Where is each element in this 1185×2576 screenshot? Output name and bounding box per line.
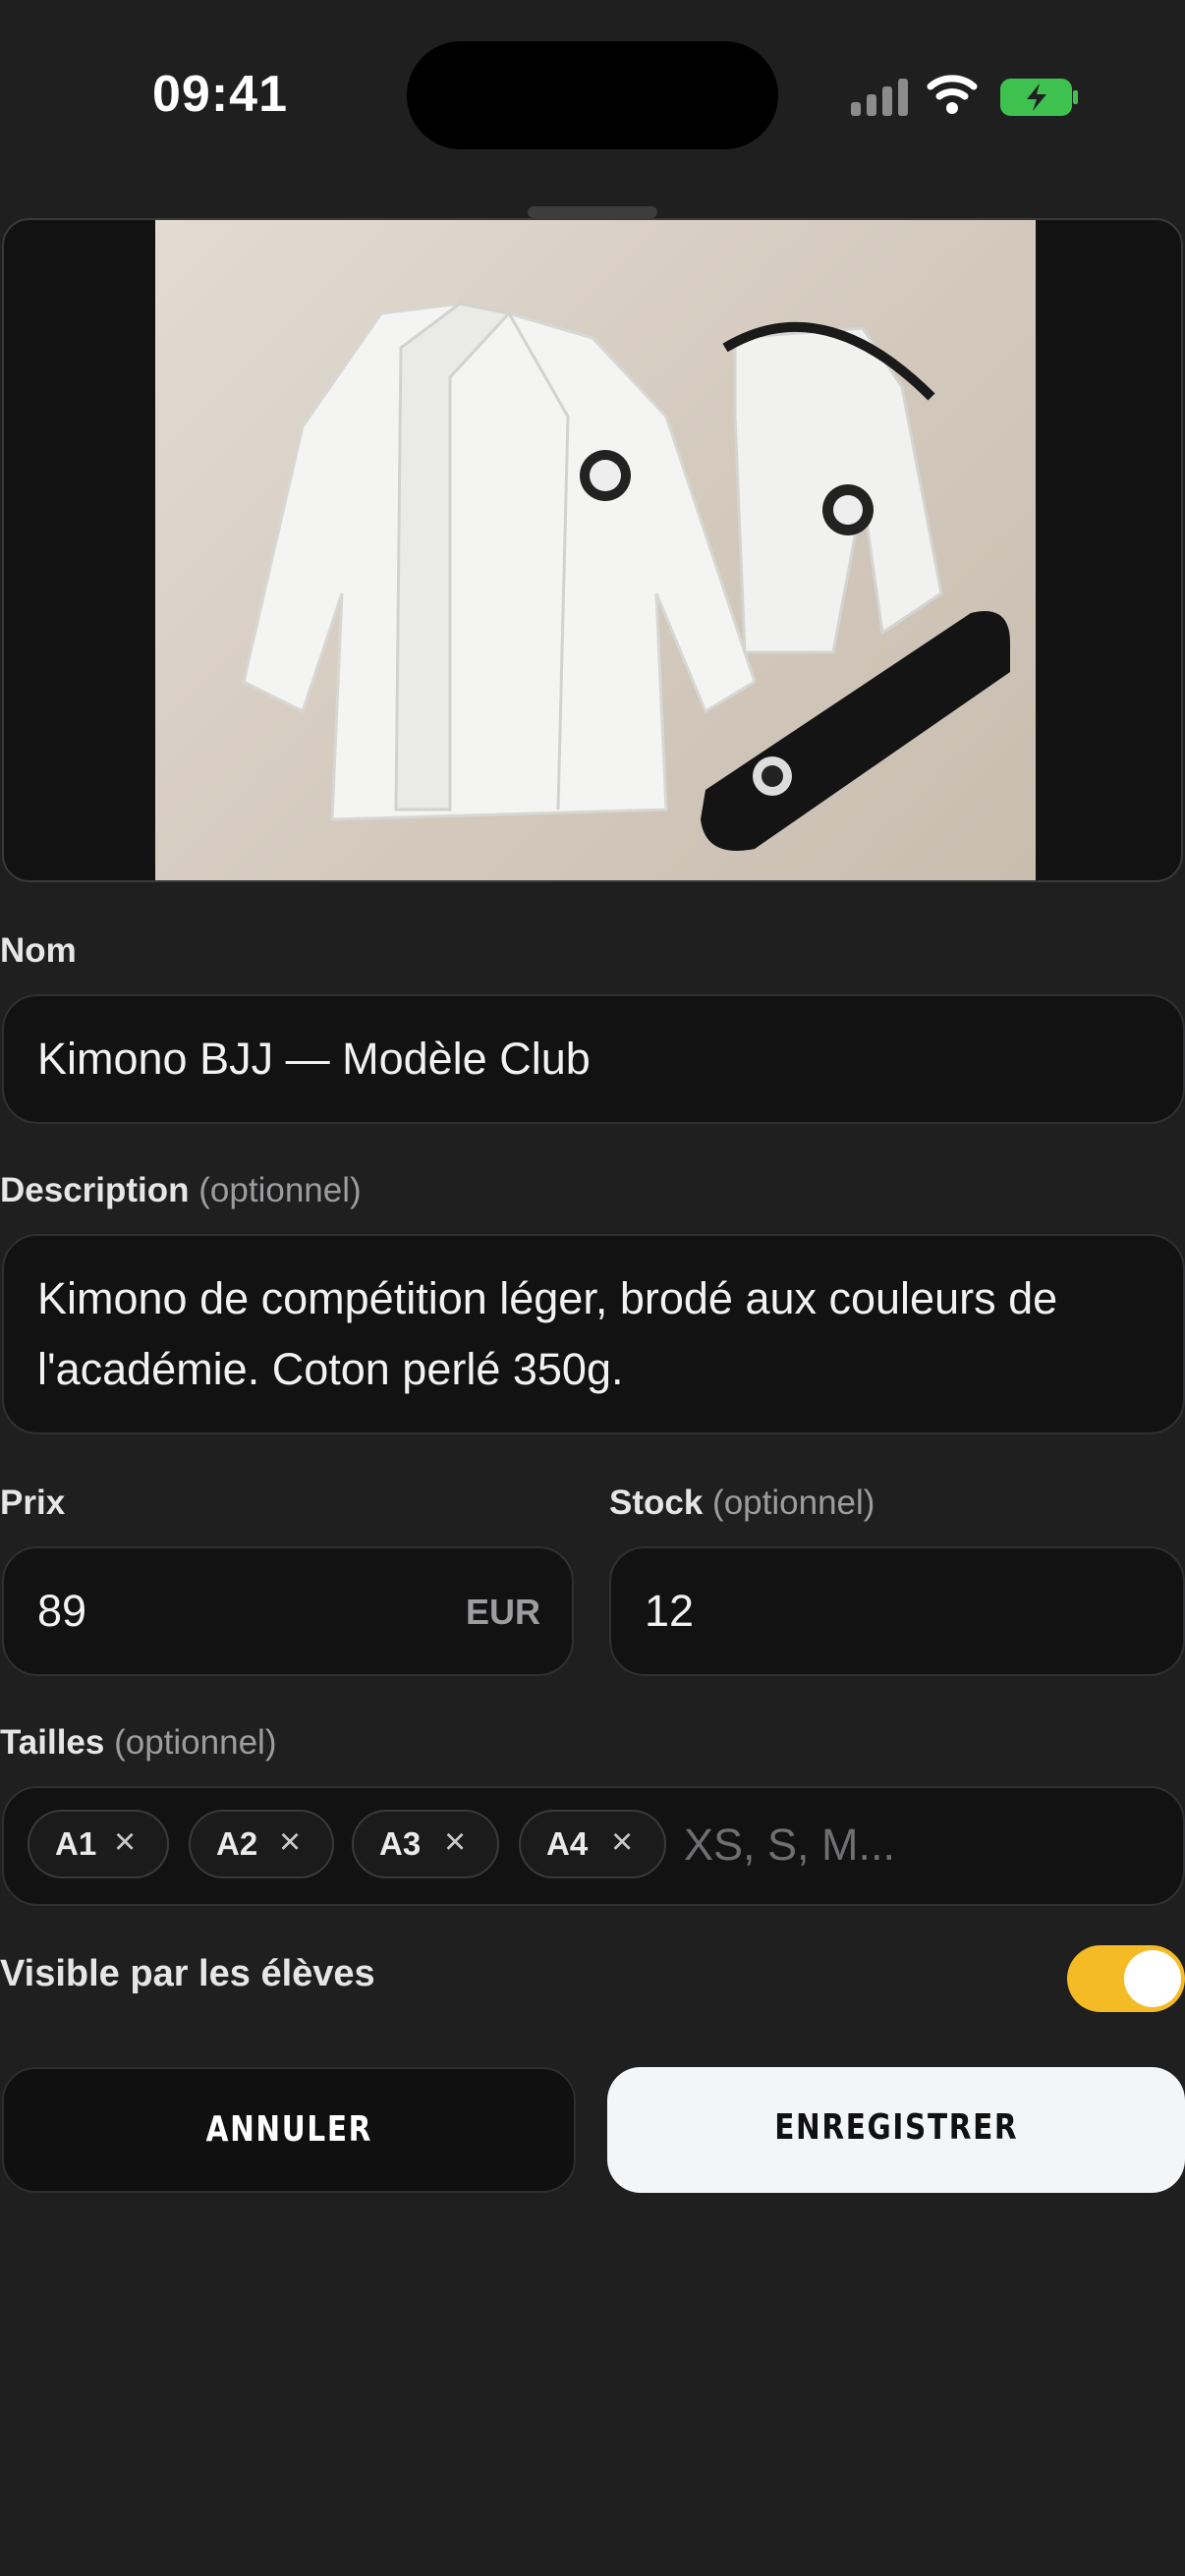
size-chip-label: A3 bbox=[379, 1825, 422, 1862]
size-chip[interactable]: A2 × bbox=[189, 1810, 334, 1878]
stock-label: Stock (optionnel) bbox=[609, 1484, 875, 1523]
size-chip-label: A1 bbox=[55, 1825, 97, 1862]
name-field-value: Kimono BJJ — Modèle Club bbox=[37, 1034, 591, 1084]
sheet-handle[interactable] bbox=[528, 206, 657, 218]
name-label-text: Nom bbox=[0, 931, 77, 970]
product-image bbox=[155, 220, 1036, 880]
sizes-optional-hint: (optionnel) bbox=[114, 1723, 277, 1762]
description-label-text: Description bbox=[0, 1171, 190, 1209]
name-label: Nom bbox=[0, 931, 77, 971]
size-chip-label: A2 bbox=[216, 1825, 258, 1862]
toggle-knob bbox=[1124, 1950, 1181, 2007]
sizes-label: Tailles (optionnel) bbox=[0, 1723, 276, 1763]
cellular-signal-icon bbox=[851, 77, 908, 116]
description-label: Description (optionnel) bbox=[0, 1171, 362, 1210]
size-chip[interactable]: A3 × bbox=[352, 1810, 499, 1878]
description-optional-hint: (optionnel) bbox=[198, 1171, 362, 1209]
chip-remove-icon[interactable]: × bbox=[279, 1821, 301, 1864]
chip-remove-icon[interactable]: × bbox=[114, 1821, 136, 1864]
battery-charging-icon bbox=[1000, 79, 1078, 116]
price-field[interactable]: 89 EUR bbox=[2, 1546, 574, 1676]
visible-label: Visible par les élèves bbox=[0, 1953, 375, 1995]
price-label-text: Prix bbox=[0, 1484, 66, 1522]
stock-field-value: 12 bbox=[645, 1586, 695, 1636]
visible-toggle[interactable] bbox=[1067, 1945, 1185, 2012]
price-currency: EUR bbox=[465, 1592, 540, 1632]
stock-label-text: Stock bbox=[609, 1484, 704, 1522]
cancel-button-label: ANNULER bbox=[205, 2109, 372, 2150]
description-field-line2: l'académie. Coton perlé 350g. bbox=[37, 1344, 624, 1394]
cancel-button[interactable]: ANNULER bbox=[2, 2067, 576, 2193]
sizes-label-text: Tailles bbox=[0, 1723, 105, 1762]
status-time: 09:41 bbox=[152, 66, 288, 123]
name-field[interactable]: Kimono BJJ — Modèle Club bbox=[2, 994, 1185, 1124]
status-bar: 09:41 bbox=[0, 0, 1185, 196]
wifi-icon bbox=[927, 75, 978, 114]
chip-remove-icon[interactable]: × bbox=[611, 1821, 633, 1864]
product-image-frame[interactable] bbox=[2, 218, 1183, 882]
visible-label-text: Visible par les élèves bbox=[0, 1953, 375, 1994]
size-chip[interactable]: A4 × bbox=[519, 1810, 666, 1878]
size-chip[interactable]: A1 × bbox=[28, 1810, 169, 1878]
dynamic-island bbox=[407, 41, 778, 149]
stock-optional-hint: (optionnel) bbox=[712, 1484, 875, 1522]
save-button[interactable]: ENREGISTRER bbox=[607, 2067, 1185, 2193]
price-label: Prix bbox=[0, 1484, 65, 1523]
description-field-line1: Kimono de compétition léger, brodé aux c… bbox=[37, 1273, 1058, 1323]
save-button-label: ENREGISTRER bbox=[773, 2107, 1019, 2148]
stock-field[interactable]: 12 bbox=[609, 1546, 1185, 1676]
description-field[interactable]: Kimono de compétition léger, brodé aux c… bbox=[2, 1234, 1185, 1434]
chip-remove-icon[interactable]: × bbox=[444, 1821, 466, 1864]
size-chip-label: A4 bbox=[546, 1825, 589, 1862]
price-field-value: 89 bbox=[37, 1586, 87, 1636]
sizes-input-placeholder[interactable]: XS, S, M... bbox=[684, 1820, 895, 1871]
